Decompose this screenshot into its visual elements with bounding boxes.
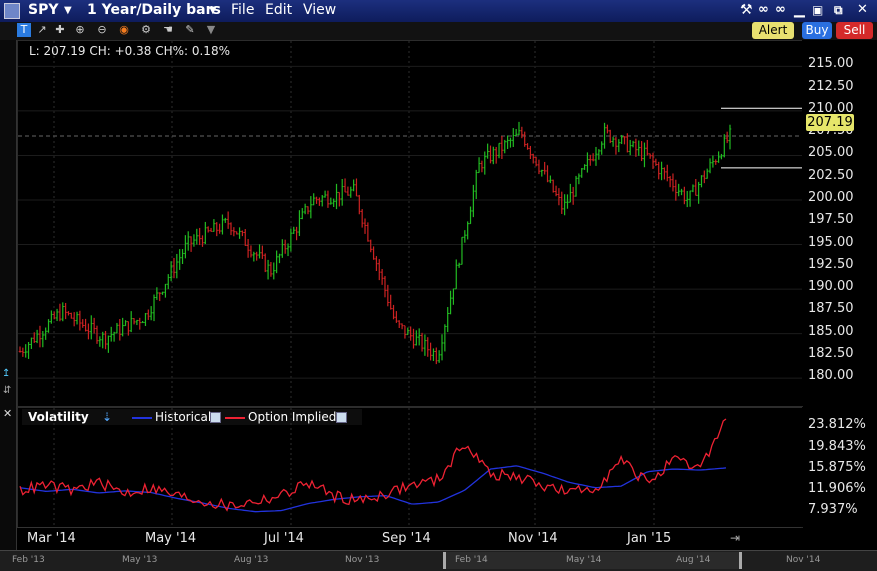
restore-icon[interactable]: ⧉ (834, 3, 843, 18)
buy-button[interactable]: Buy (802, 22, 832, 39)
zoom-in-icon[interactable]: ⊕ (73, 23, 87, 37)
volatility-axis: 23.812% 19.843% 15.875% 11.906% 7.937% (802, 407, 877, 527)
link-icon[interactable]: ∞ (758, 2, 769, 17)
price-chart-panel[interactable]: L: 207.19 CH: +0.38 CH%: 0.18% (17, 40, 803, 407)
period-dropdown-icon[interactable]: ▼ (209, 5, 217, 16)
chart-toolbar: T ↗ ✚ ⊕ ⊖ ◉ ⚙ ☚ ✎ ▼ (0, 22, 877, 41)
historical-series (19, 465, 727, 513)
hand-icon[interactable]: ☚ (161, 23, 175, 37)
price-axis: 215.00212.50210.00207.50205.00202.50200.… (802, 40, 877, 406)
navigator-label: Nov '14 (786, 555, 821, 565)
price-tick: 182.50 (808, 345, 854, 361)
navigator-label: Nov '13 (345, 555, 380, 565)
navigator-label: May '13 (122, 555, 158, 565)
price-tick: 192.50 (808, 256, 854, 272)
range-navigator[interactable]: Feb '13 May '13 Aug '13 Nov '13 Feb '14 May '… (0, 550, 877, 571)
menu-edit[interactable]: Edit (265, 2, 292, 18)
period-label[interactable]: 1 Year/Daily bars (87, 2, 221, 18)
time-label: Sep '14 (382, 531, 431, 546)
volatility-tick: 15.875% (808, 459, 866, 475)
symbol-label[interactable]: SPY (28, 2, 58, 18)
price-tick: 212.50 (808, 78, 854, 94)
navigator-label: Feb '13 (12, 555, 45, 565)
tools-icon[interactable]: ✎ (183, 23, 197, 37)
price-tick: 202.50 (808, 167, 854, 183)
menu-file[interactable]: File (231, 2, 254, 18)
scroll-right-icon[interactable]: ⇥ (730, 531, 740, 545)
price-tick: 205.00 (808, 145, 854, 161)
price-tick: 195.00 (808, 234, 854, 250)
price-chart[interactable] (18, 41, 802, 406)
time-label: May '14 (145, 531, 197, 546)
settings-icon[interactable]: ⚙ (139, 23, 153, 37)
menu-view[interactable]: View (303, 2, 336, 18)
time-label: Nov '14 (508, 531, 558, 546)
volatility-tick: 7.937% (808, 502, 858, 517)
volatility-tick: 19.843% (808, 438, 866, 454)
navigator-label: Aug '14 (676, 555, 711, 565)
volatility-tick: 11.906% (808, 480, 866, 496)
close-panel-icon[interactable]: ✕ (3, 407, 12, 420)
volatility-tick: 23.812% (808, 417, 866, 433)
symbol-dropdown-icon[interactable]: ▼ (64, 5, 72, 16)
collapse-icon[interactable]: ⇵ (3, 385, 11, 396)
time-label: Jul '14 (264, 531, 304, 546)
price-tick: 200.00 (808, 190, 854, 205)
sell-button[interactable]: Sell (836, 22, 873, 39)
time-label: Mar '14 (27, 531, 76, 546)
minimize-icon[interactable]: ▁ (794, 2, 805, 18)
price-tick: 180.00 (808, 368, 854, 384)
last-price-tag: 207.19 (806, 114, 854, 131)
link2-icon[interactable]: ∞ (775, 2, 786, 17)
left-sidebar: ↥ ⇵ ✕ (0, 40, 17, 550)
time-label: Jan '15 (627, 531, 672, 546)
navigator-label: Aug '13 (234, 555, 269, 565)
app-icon (4, 3, 20, 19)
price-tick: 190.00 (808, 279, 854, 295)
wrench-icon[interactable]: ⚒ (740, 2, 753, 18)
text-tool-icon[interactable]: T (17, 23, 31, 37)
draw-tool-icon[interactable]: ↗ (35, 23, 49, 37)
crosshair-icon[interactable]: ✚ (53, 23, 67, 37)
expand-icon[interactable]: ↥ (2, 368, 10, 379)
price-tick: 215.00 (808, 56, 854, 72)
zoom-out-icon[interactable]: ⊖ (95, 23, 109, 37)
navigator-label: May '14 (566, 555, 602, 565)
volatility-panel[interactable]: Volatility ⇣ Historical Option Implied (17, 407, 803, 528)
alert-button[interactable]: Alert (752, 22, 794, 39)
maximize-icon[interactable]: ▣ (812, 3, 823, 17)
price-tick: 185.00 (808, 323, 854, 339)
time-axis: Mar '14 May '14 Jul '14 Sep '14 Nov '14 Jan '… (17, 527, 801, 550)
price-tick: 187.50 (808, 301, 854, 317)
target-icon[interactable]: ◉ (117, 23, 131, 37)
close-icon[interactable]: ✕ (857, 2, 868, 17)
volatility-chart[interactable] (18, 408, 802, 527)
title-bar: SPY ▼ 1 Year/Daily bars ▼ File Edit View… (0, 0, 877, 23)
more-tools-icon[interactable]: ▼ (204, 23, 218, 37)
navigator-label: Feb '14 (455, 555, 488, 565)
price-tick: 197.50 (808, 212, 854, 228)
